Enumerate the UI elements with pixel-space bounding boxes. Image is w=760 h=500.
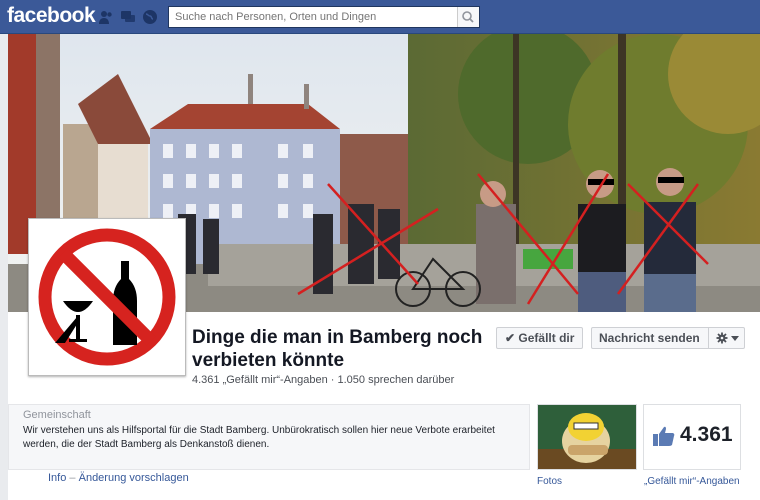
profile-picture[interactable] (28, 218, 186, 376)
photos-thumbnail (538, 405, 636, 469)
likes-count: 4.361 (680, 423, 733, 446)
settings-dropdown-button[interactable] (712, 328, 744, 348)
suggest-edit-link[interactable]: Änderung vorschlagen (79, 472, 189, 484)
page-stats: 4.361 „Gefällt mir“-Angaben · 1.050 spre… (192, 374, 455, 386)
thumbs-up-icon (653, 426, 675, 446)
search-icon (462, 11, 474, 23)
search-input[interactable] (169, 7, 455, 27)
button-divider (708, 327, 709, 349)
link-separator: – (69, 472, 76, 484)
likes-label[interactable]: „Gefällt mir“-Angaben (644, 476, 740, 487)
send-message-button[interactable]: Nachricht senden (599, 328, 700, 348)
liked-button[interactable]: ✔ Gefällt dir (496, 327, 584, 349)
gear-icon (716, 332, 739, 344)
about-links: Info – Änderung vorschlagen (48, 472, 189, 484)
likes-tile[interactable]: 4.361 (643, 404, 741, 470)
page-description: Wir verstehen uns als Hilfsportal für di… (23, 425, 495, 450)
no-alcohol-sign-icon (38, 228, 176, 366)
page-category: Gemeinschaft (23, 409, 91, 421)
top-navigation-bar: facebook (0, 0, 760, 34)
notifications-globe-icon[interactable] (142, 9, 158, 25)
checkmark-icon: ✔ (505, 331, 516, 345)
photos-tile[interactable] (537, 404, 637, 470)
page-content: Dinge die man in Bamberg noch verbieten … (8, 34, 760, 500)
about-box: Gemeinschaft Wir verstehen uns als Hilfs… (8, 404, 530, 470)
photos-label[interactable]: Fotos (537, 476, 562, 487)
search-box[interactable] (168, 6, 480, 28)
search-button[interactable] (457, 7, 479, 27)
friend-requests-icon[interactable] (98, 9, 114, 25)
chevron-down-icon (731, 336, 739, 341)
facebook-logo[interactable]: facebook (7, 4, 96, 28)
messages-icon[interactable] (120, 9, 136, 25)
page-title: Dinge die man in Bamberg noch verbieten … (192, 327, 483, 371)
message-and-settings-group: Nachricht senden (591, 327, 745, 349)
info-link[interactable]: Info (48, 472, 66, 484)
